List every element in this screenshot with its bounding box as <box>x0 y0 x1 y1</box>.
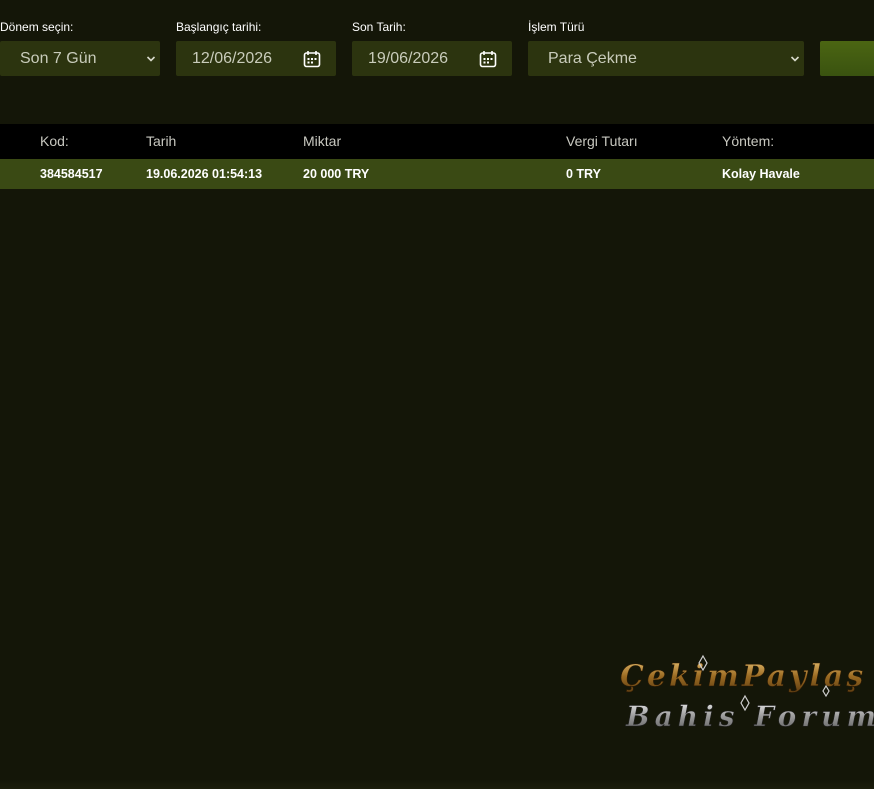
start-date-value: 12/06/2026 <box>192 50 273 67</box>
header-tax: Vergi Tutarı <box>566 133 638 149</box>
forum-watermark-logo: ÇekimPaylaş Bahis Forum <box>620 654 874 733</box>
end-date-value: 19/06/2026 <box>368 50 449 67</box>
type-label: İşlem Türü <box>528 20 585 34</box>
table-row[interactable]: 384584517 19.06.2026 01:54:13 20 000 TRY… <box>0 159 874 189</box>
end-date-label: Son Tarih: <box>352 20 406 34</box>
calendar-icon[interactable] <box>303 50 321 68</box>
page: Dönem seçin: Son 7 Gün Başlangıç tarihi:… <box>0 0 874 789</box>
chevron-down-icon <box>790 56 800 62</box>
calendar-icon[interactable] <box>479 50 497 68</box>
bottom-edge <box>0 780 874 789</box>
show-button[interactable] <box>820 41 874 76</box>
header-amount: Miktar <box>303 133 342 149</box>
cell-method: Kolay Havale <box>722 167 800 181</box>
header-code: Kod: <box>40 133 69 149</box>
cell-date: 19.06.2026 01:54:13 <box>146 167 263 181</box>
table-header: Kod: Tarih Miktar Vergi Tutarı Yöntem: <box>0 124 874 159</box>
period-select[interactable]: Son 7 Gün <box>0 41 160 76</box>
header-date: Tarih <box>146 133 177 149</box>
end-date-input[interactable]: 19/06/2026 <box>352 41 512 76</box>
period-label: Dönem seçin: <box>0 20 74 34</box>
filter-bar: Dönem seçin: Son 7 Gün Başlangıç tarihi:… <box>0 0 874 80</box>
cell-amount: 20 000 TRY <box>303 167 370 181</box>
watermark-line1: ÇekimPaylaş <box>620 659 866 694</box>
header-method: Yöntem: <box>722 133 775 149</box>
type-value: Para Çekme <box>548 50 637 67</box>
watermark-line2: Bahis Forum <box>625 700 874 733</box>
start-date-input[interactable]: 12/06/2026 <box>176 41 336 76</box>
type-select[interactable]: Para Çekme <box>528 41 804 76</box>
start-date-label: Başlangıç tarihi: <box>176 20 262 34</box>
period-value: Son 7 Gün <box>20 50 97 67</box>
cell-code: 384584517 <box>40 167 103 181</box>
cell-tax: 0 TRY <box>566 167 601 181</box>
chevron-down-icon <box>146 56 156 62</box>
